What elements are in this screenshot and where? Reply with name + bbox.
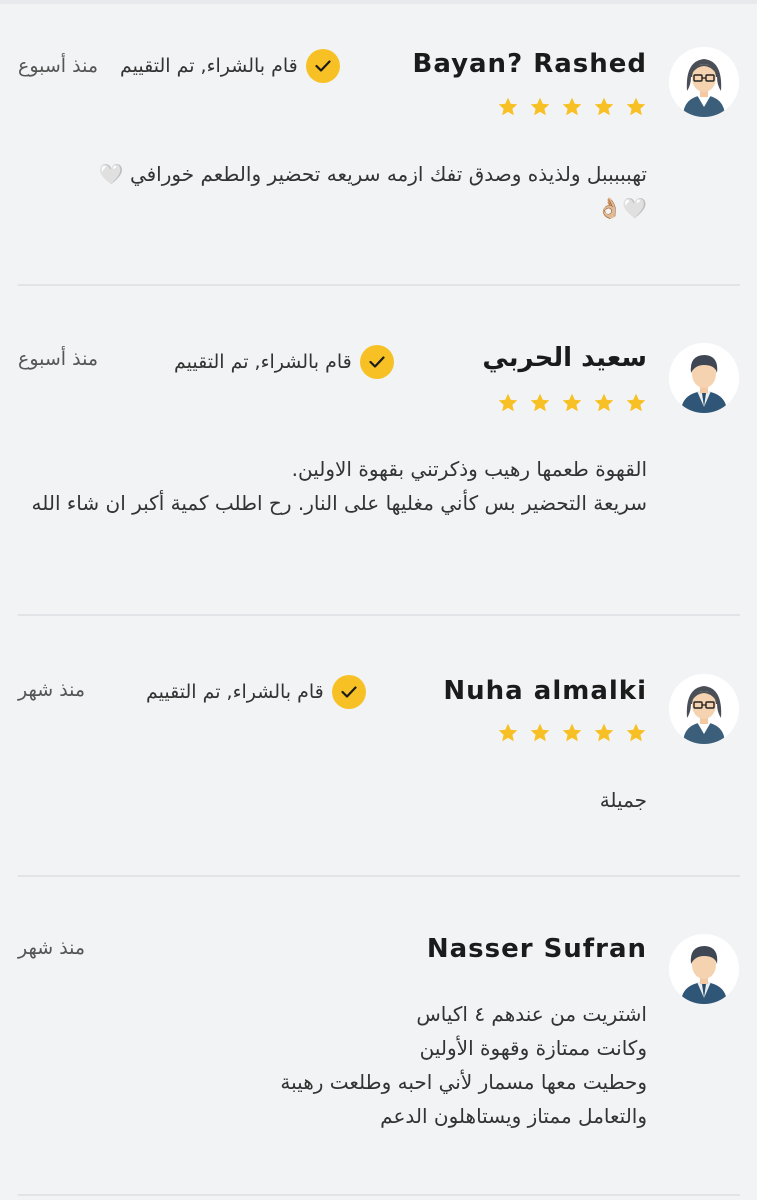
star-icon [530,97,550,116]
star-icon [594,393,614,412]
review-divider [18,1194,740,1196]
review-divider [18,284,740,286]
star-icon [498,723,518,742]
star-icon [626,723,646,742]
star-icon [530,393,550,412]
review-divider [18,875,740,877]
verified-purchase-badge: قام بالشراء, تم التقييم [174,345,394,379]
review-time: منذ أسبوع [18,348,99,370]
star-rating [497,392,647,414]
star-icon [626,393,646,412]
verified-purchase-badge: قام بالشراء, تم التقييم [120,49,340,83]
reviewer-name: Nasser Sufran [426,934,647,964]
review-divider [18,614,740,616]
review-text: اشتريت من عندهم ٤ اكياس وكانت ممتازة وقه… [280,1002,647,1128]
star-icon [562,393,582,412]
male-avatar-icon [669,343,739,413]
star-icon [498,393,518,412]
star-icon [626,97,646,116]
male-avatar-icon [669,934,739,1004]
checkmark-icon [305,49,340,83]
star-icon [530,723,550,742]
review-time: منذ شهر [18,937,86,959]
review-text: القهوة طعمها رهيب وذكرتني بقهوة الاولين.… [31,457,647,515]
checkmark-icon [331,675,366,709]
star-icon [562,723,582,742]
checkmark-icon [359,345,394,379]
female-avatar-icon [669,674,739,744]
verified-label: قام بالشراء, تم التقييم [146,681,324,703]
star-icon [498,97,518,116]
review-time: منذ شهر [18,679,86,701]
verified-label: قام بالشراء, تم التقييم [174,351,352,373]
reviewer-name: سعيد الحربي [482,343,647,373]
review-card: Bayan? Rashed قام بالشراء, تم التقييم من… [0,0,757,285]
verified-purchase-badge: قام بالشراء, تم التقييم [146,675,366,709]
review-text: جميلة [599,788,647,812]
star-icon [594,723,614,742]
star-icon [594,97,614,116]
review-time: منذ أسبوع [18,55,99,77]
star-icon [562,97,582,116]
star-rating [497,96,647,118]
star-rating [497,722,647,744]
reviewer-name: Bayan? Rashed [412,49,647,79]
reviewer-name: Nuha almalki [443,676,647,706]
verified-label: قام بالشراء, تم التقييم [120,55,298,77]
female-avatar-icon [669,47,739,117]
review-text: تهبببببل ولذيذه وصدق تفك ازمه سريعه تحضي… [98,162,647,220]
